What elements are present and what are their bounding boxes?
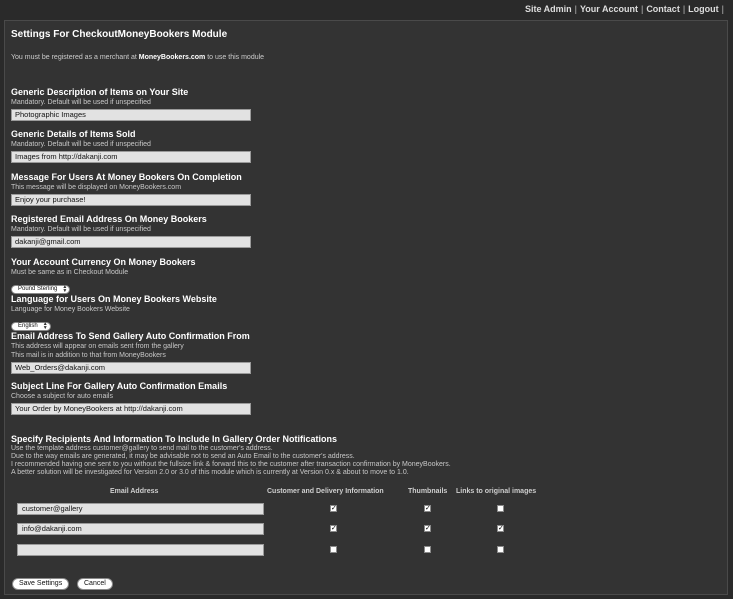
- language-select[interactable]: English ▲ ▼: [11, 322, 51, 331]
- col-links: Links to original images: [456, 488, 537, 495]
- recipients-help: Use the template address customer@galler…: [11, 445, 273, 452]
- field-label: Registered Email Address On Money Booker…: [11, 214, 207, 224]
- field-help: Choose a subject for auto emails: [11, 393, 113, 400]
- nav-your-account[interactable]: Your Account: [580, 4, 638, 14]
- field-email: Registered Email Address On Money Booker…: [11, 214, 251, 248]
- field-help: This address will appear on emails sent …: [11, 343, 184, 350]
- col-customer-info: Customer and Delivery Information: [267, 488, 384, 495]
- nav-logout[interactable]: Logout: [688, 4, 719, 14]
- thumbnails-checkbox[interactable]: ✓: [424, 525, 431, 532]
- thumbnails-checkbox[interactable]: [424, 546, 431, 553]
- settings-panel: Settings For CheckoutMoneyBookers Module…: [4, 20, 728, 595]
- recipient-email-input[interactable]: info@dakanji.com: [17, 523, 264, 535]
- field-label: Language for Users On Money Bookers Webs…: [11, 294, 217, 304]
- field-language: Language for Users On Money Bookers Webs…: [11, 294, 217, 332]
- language-value: English: [18, 323, 38, 329]
- field-label: Subject Line For Gallery Auto Confirmati…: [11, 381, 228, 391]
- recipients-title: Specify Recipients And Information To In…: [11, 434, 338, 444]
- field-from-address: Email Address To Send Gallery Auto Confi…: [11, 331, 251, 374]
- customer-info-checkbox[interactable]: [330, 546, 337, 553]
- field-currency: Your Account Currency On Money Bookers M…: [11, 257, 196, 295]
- description-input[interactable]: Photographic Images: [11, 109, 251, 121]
- field-help: Mandatory. Default will be used if unspe…: [11, 226, 151, 233]
- subject-input[interactable]: Your Order by MoneyBookers at http://dak…: [11, 403, 251, 415]
- col-email-address: Email Address: [110, 488, 159, 495]
- field-label: Your Account Currency On Money Bookers: [11, 257, 196, 267]
- currency-select[interactable]: Pound Sterling ▲ ▼: [11, 284, 71, 294]
- recipients-help: I recommended having one sent to you wit…: [11, 461, 451, 468]
- nav-contact[interactable]: Contact: [646, 4, 680, 14]
- field-label: Email Address To Send Gallery Auto Confi…: [11, 331, 250, 341]
- field-help: Must be same as in Checkout Module: [11, 269, 129, 276]
- nav-separator: |: [682, 4, 686, 14]
- field-description: Generic Description of Items on Your Sit…: [11, 87, 251, 121]
- select-arrows-icon: ▲ ▼: [42, 321, 48, 331]
- cancel-button[interactable]: Cancel: [77, 578, 113, 590]
- field-help: Mandatory. Default will be used if unspe…: [11, 141, 151, 148]
- recipients-section: Specify Recipients And Information To In…: [11, 434, 451, 477]
- page-title: Settings For CheckoutMoneyBookers Module: [11, 29, 228, 40]
- message-input[interactable]: Enjoy your purchase!: [11, 194, 251, 206]
- recipient-email-input[interactable]: [17, 544, 264, 556]
- field-label: Message For Users At Money Bookers On Co…: [11, 172, 242, 182]
- field-help: Language for Money Bookers Website: [11, 306, 130, 313]
- intro-text: You must be registered as a merchant at …: [11, 54, 264, 61]
- intro-post: to use this module: [205, 54, 265, 61]
- select-arrows-icon: ▲ ▼: [62, 284, 68, 294]
- email-input[interactable]: dakanji@gmail.com: [11, 236, 251, 248]
- top-navigation: Site Admin | Your Account | Contact | Logout |: [525, 4, 727, 14]
- field-details: Generic Details of Items Sold Mandatory.…: [11, 129, 251, 163]
- field-help: Mandatory. Default will be used if unspe…: [11, 99, 151, 106]
- nav-separator: |: [721, 4, 724, 14]
- col-thumbnails: Thumbnails: [408, 488, 448, 495]
- intro-moneybookers: MoneyBookers.com: [138, 54, 206, 61]
- recipients-help: A better solution will be investigated f…: [11, 469, 409, 476]
- nav-separator: |: [640, 4, 644, 14]
- customer-info-checkbox[interactable]: ✓: [330, 525, 337, 532]
- thumbnails-checkbox[interactable]: ✓: [424, 505, 431, 512]
- field-subject: Subject Line For Gallery Auto Confirmati…: [11, 381, 251, 415]
- field-label: Generic Details of Items Sold: [11, 129, 136, 139]
- links-checkbox[interactable]: [497, 505, 504, 512]
- field-label: Generic Description of Items on Your Sit…: [11, 87, 189, 97]
- from-address-input[interactable]: Web_Orders@dakanji.com: [11, 362, 251, 374]
- currency-value: Pound Sterling: [18, 286, 58, 292]
- customer-info-checkbox[interactable]: ✓: [330, 505, 337, 512]
- field-message: Message For Users At Money Bookers On Co…: [11, 172, 251, 206]
- intro-pre: You must be registered as a merchant at: [11, 54, 139, 61]
- field-help: This mail is in addition to that from Mo…: [11, 352, 166, 359]
- recipient-email-input[interactable]: customer@gallery: [17, 503, 264, 515]
- recipients-help: Due to the way emails are generated, it …: [11, 453, 355, 460]
- save-settings-button[interactable]: Save Settings: [12, 578, 70, 590]
- field-help: This message will be displayed on MoneyB…: [11, 184, 182, 191]
- nav-site-admin[interactable]: Site Admin: [525, 4, 572, 14]
- links-checkbox[interactable]: [497, 546, 504, 553]
- nav-separator: |: [574, 4, 577, 14]
- links-checkbox[interactable]: ✓: [497, 525, 504, 532]
- details-input[interactable]: Images from http://dakanji.com: [11, 151, 251, 163]
